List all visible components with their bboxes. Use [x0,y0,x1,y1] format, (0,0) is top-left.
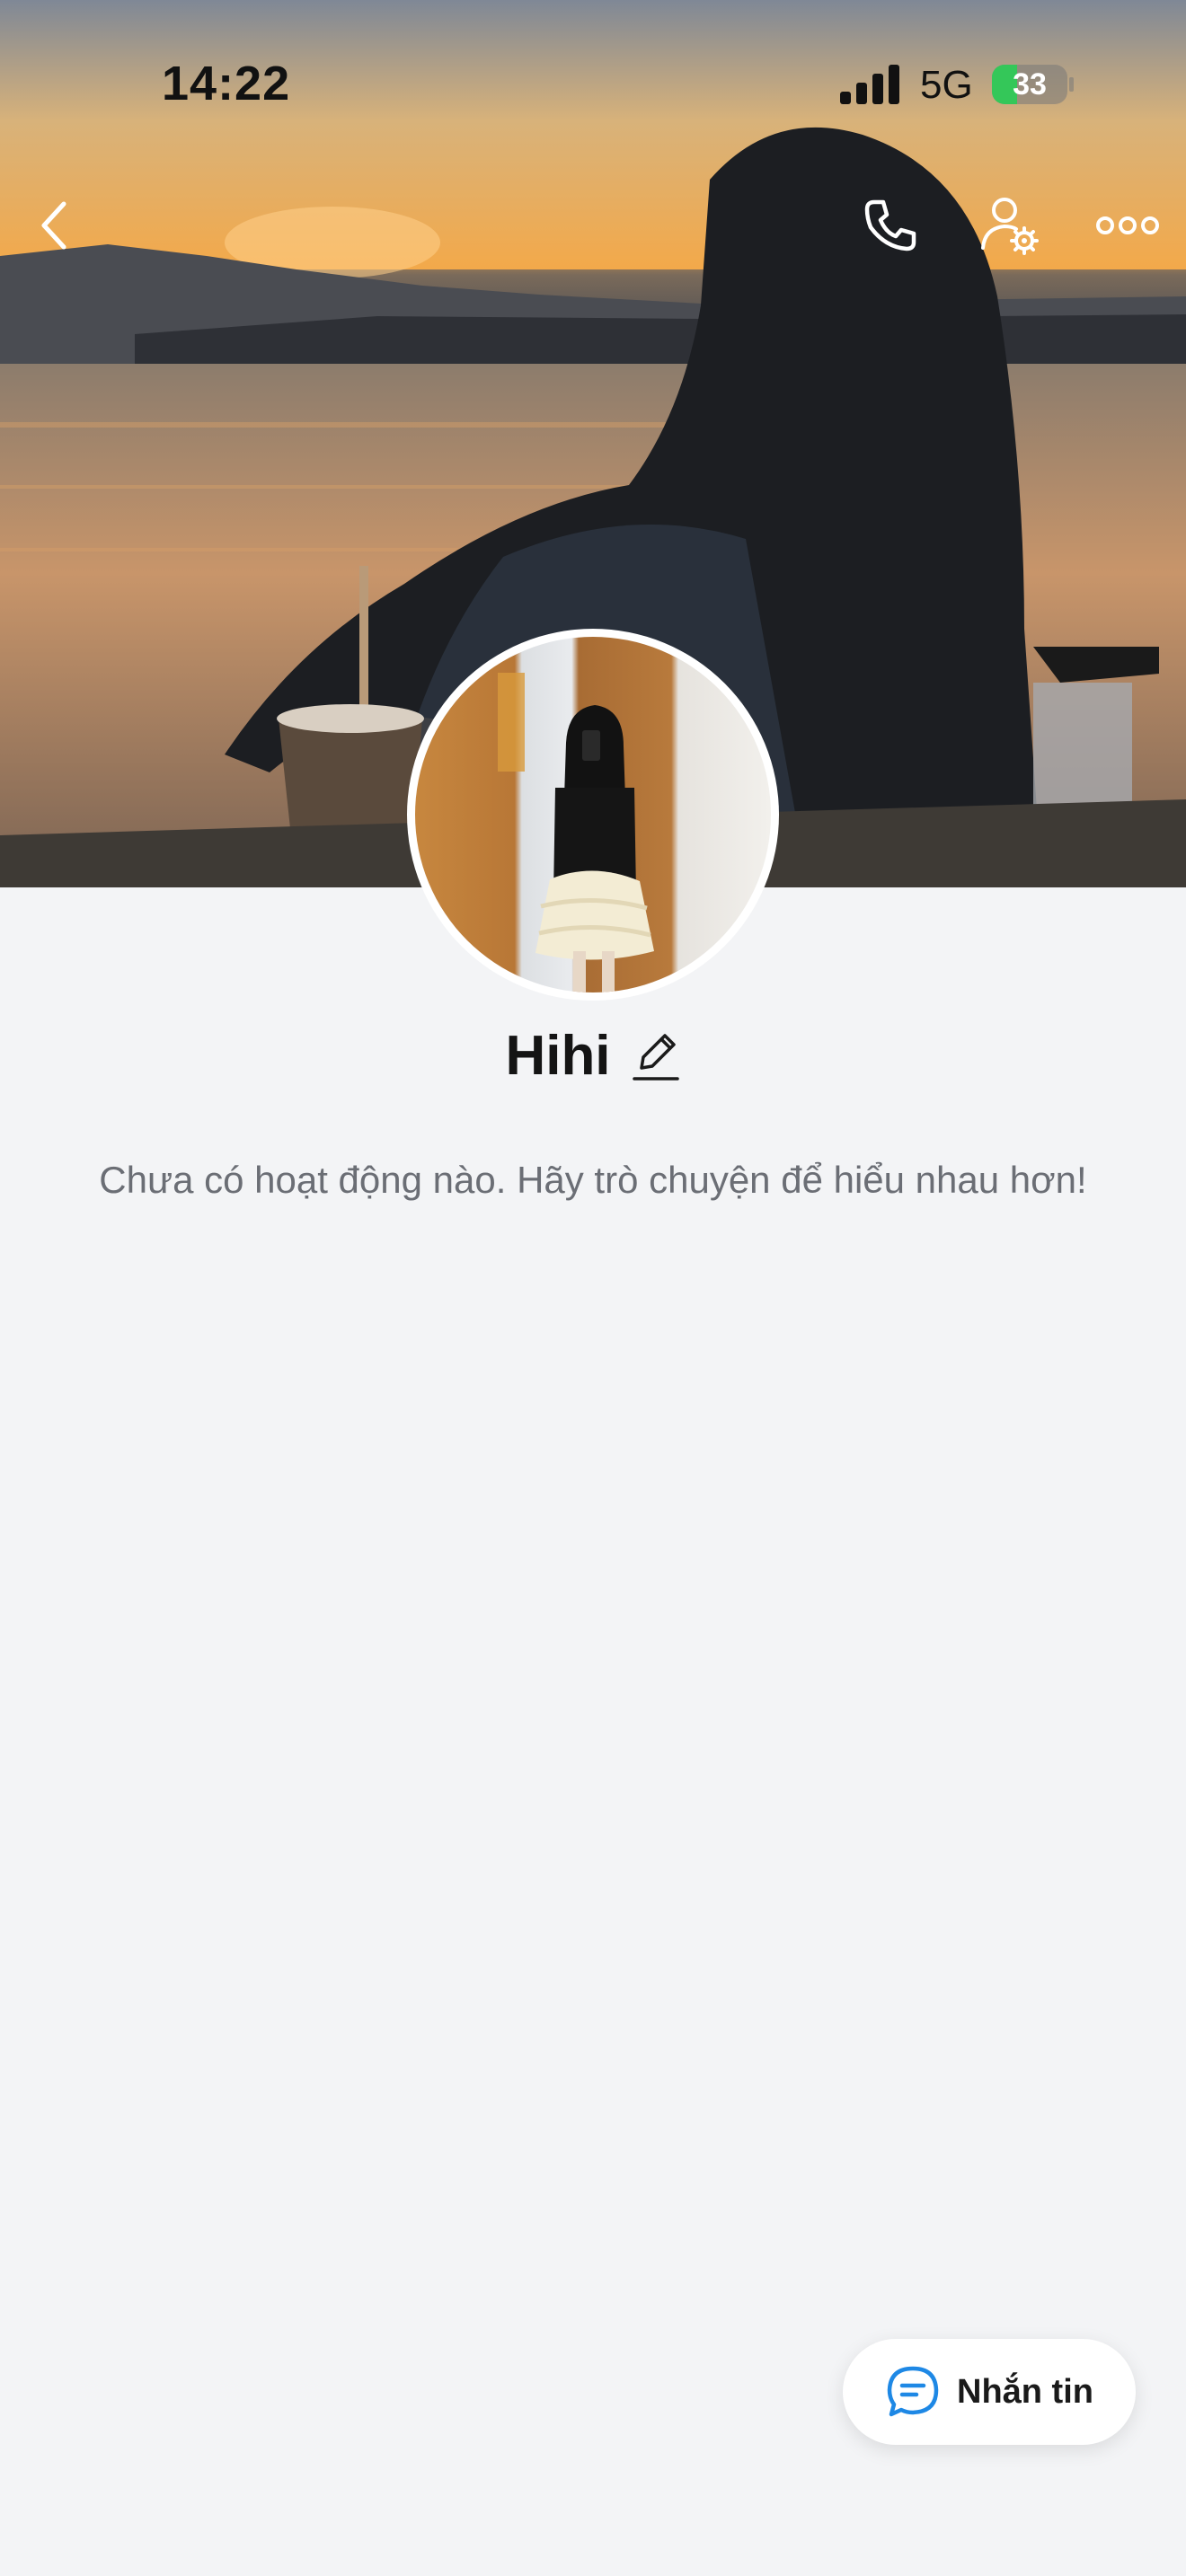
network-type: 5G [920,63,973,107]
pencil-icon [632,1034,679,1081]
chat-bubble-icon [887,2366,939,2417]
profile-settings-button[interactable] [969,185,1049,266]
edit-name-button[interactable] [631,1027,681,1084]
avatar[interactable] [415,637,771,992]
back-button[interactable] [14,185,95,266]
send-message-button[interactable]: Nhắn tin [843,2339,1136,2445]
send-message-label: Nhắn tin [957,2372,1093,2411]
empty-activity-message: Chưa có hoạt động nào. Hãy trò chuyện để… [99,1159,1087,1201]
battery-percent: 33 [1013,67,1047,101]
phone-icon [864,199,916,251]
battery-indicator: 33 [992,65,1067,104]
avatar-frame[interactable] [407,629,779,1001]
more-horizontal-icon [1096,216,1159,234]
status-time: 14:22 [162,57,291,110]
status-bar: 14:22 5G 33 [0,0,1186,171]
profile-name-row: Hihi [0,1015,1186,1096]
battery-cap [1069,77,1074,92]
signal-icon [840,65,899,104]
profile-name: Hihi [505,1024,611,1087]
chevron-left-icon [41,201,66,250]
more-button[interactable] [1087,185,1168,266]
call-button[interactable] [850,185,931,266]
user-settings-icon [981,198,1039,255]
